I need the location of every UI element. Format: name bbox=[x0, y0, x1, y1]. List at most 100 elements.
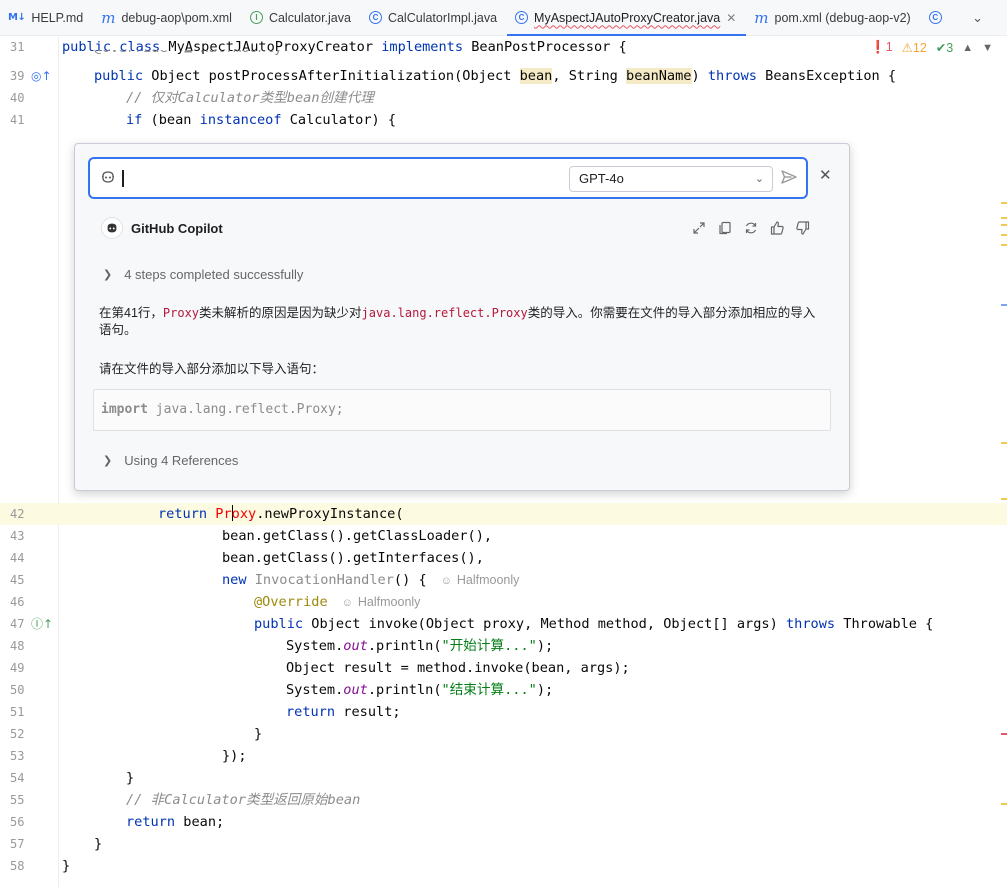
line-number: 44 bbox=[10, 551, 25, 565]
code-line[interactable]: 49 Object result = method.invoke(bean, a… bbox=[0, 657, 1007, 679]
class-file-icon: C bbox=[368, 11, 382, 24]
line-number: 45 bbox=[10, 573, 25, 587]
insert-at-caret-icon[interactable] bbox=[690, 219, 708, 237]
line-number: 41 bbox=[10, 113, 25, 127]
response-paragraph: 请在文件的导入部分添加以下导入语句： bbox=[99, 362, 325, 376]
code-line[interactable]: 47 Ⓘ↑ public Object invoke(Object proxy,… bbox=[0, 613, 1007, 635]
close-icon[interactable]: ✕ bbox=[819, 166, 832, 186]
line-number: 42 bbox=[10, 507, 25, 521]
code-line[interactable]: 51 return result; bbox=[0, 701, 1007, 723]
line-number: 57 bbox=[10, 837, 25, 851]
scroll-marker[interactable] bbox=[1001, 224, 1007, 226]
regenerate-icon[interactable] bbox=[742, 219, 760, 237]
author-hint[interactable]: Halfmoonly bbox=[342, 595, 421, 609]
editor-tab[interactable]: m pom.xml (debug-aop-v2) bbox=[746, 0, 920, 35]
editor-tab[interactable]: C CalCulatorImpl.java bbox=[361, 0, 507, 35]
code-line[interactable]: 52 } bbox=[0, 723, 1007, 745]
editor-tab[interactable]: I Calculator.java bbox=[242, 0, 361, 35]
code-line[interactable]: 44 bean.getClass().getInterfaces(), bbox=[0, 547, 1007, 569]
code-text: bean.getClass().getClassLoader(), bbox=[222, 528, 493, 544]
model-select[interactable]: GPT-4o ⌄ bbox=[569, 166, 773, 192]
input-caret bbox=[122, 170, 124, 187]
scroll-marker[interactable] bbox=[1001, 803, 1007, 805]
scroll-marker[interactable] bbox=[1001, 498, 1007, 500]
code-text: } bbox=[126, 770, 135, 786]
line-number: 47 bbox=[10, 617, 25, 631]
code-text: return result; bbox=[286, 704, 401, 720]
copy-icon[interactable] bbox=[716, 219, 734, 237]
thumbs-down-icon[interactable] bbox=[794, 219, 812, 237]
chevron-down-icon[interactable]: ⌄ bbox=[972, 10, 983, 26]
code-line[interactable]: 53 }); bbox=[0, 745, 1007, 767]
code-text: Object result = method.invoke(bean, args… bbox=[286, 660, 630, 676]
code-line[interactable]: 46 @OverrideHalfmoonly bbox=[0, 591, 1007, 613]
code-text: }); bbox=[222, 748, 247, 764]
close-tab-icon[interactable]: ✕ bbox=[726, 11, 736, 25]
overrides-method-icon[interactable]: ◎↑ bbox=[31, 69, 52, 83]
scroll-marker[interactable] bbox=[1001, 234, 1007, 236]
references-label: Using 4 References bbox=[124, 453, 239, 468]
code-line-current[interactable]: 42 return Proxy.newProxyInstance( bbox=[0, 503, 1007, 525]
send-icon[interactable] bbox=[780, 168, 798, 191]
implements-method-icon[interactable]: Ⓘ↑ bbox=[31, 617, 53, 631]
author-hint[interactable]: Halfmoonly bbox=[441, 573, 520, 587]
editor-tab[interactable]: C MyAspectJAutoProxyCreator.java ✕ bbox=[507, 0, 747, 36]
line-number: 48 bbox=[10, 639, 25, 653]
chevron-right-icon: ❯ bbox=[103, 454, 113, 467]
copilot-prompt-input[interactable] bbox=[126, 167, 546, 189]
text-caret bbox=[231, 505, 234, 521]
references-toggle[interactable]: ❯ Using 4 References bbox=[103, 453, 238, 468]
code-text: System.out.println("开始计算..."); bbox=[286, 638, 554, 654]
interface-file-icon: I bbox=[249, 11, 263, 24]
model-select-value: GPT-4o bbox=[579, 171, 624, 186]
line-number: 56 bbox=[10, 815, 25, 829]
tab-label: debug-aop\pom.xml bbox=[121, 10, 232, 25]
scroll-marker[interactable] bbox=[1001, 304, 1007, 306]
code-text: if (bean instanceof Calculator) { bbox=[126, 112, 397, 128]
code-snippet[interactable]: import java.lang.reflect.Proxy; bbox=[93, 389, 831, 431]
steps-toggle[interactable]: ❯ 4 steps completed successfully bbox=[103, 267, 303, 282]
code-line[interactable]: 41 if (bean instanceof Calculator) { bbox=[0, 109, 1007, 131]
code-line[interactable]: 40 // 仅对Calculator类型bean创建代理 bbox=[0, 87, 1007, 109]
code-text: } bbox=[94, 836, 103, 852]
code-line[interactable]: 50 System.out.println("结束计算..."); bbox=[0, 679, 1007, 701]
code-line[interactable]: 48 System.out.println("开始计算..."); bbox=[0, 635, 1007, 657]
line-number: 46 bbox=[10, 595, 25, 609]
line-number: 52 bbox=[10, 727, 25, 741]
copilot-input-box[interactable]: GPT-4o ⌄ bbox=[88, 157, 808, 199]
tab-label: MyAspectJAutoProxyCreator.java bbox=[534, 10, 721, 25]
code-comment: // 仅对Calculator类型bean创建代理 bbox=[126, 90, 374, 106]
editor-tab[interactable]: m debug-aop\pom.xml bbox=[93, 0, 242, 35]
scroll-marker[interactable] bbox=[1001, 733, 1007, 735]
chevron-right-icon: ❯ bbox=[103, 268, 113, 281]
scroll-marker[interactable] bbox=[1001, 442, 1007, 444]
line-number: 39 bbox=[10, 69, 25, 83]
code-line[interactable]: 39 ◎↑ public Object postProcessAfterInit… bbox=[0, 65, 1007, 87]
code-line[interactable]: 45 new InvocationHandler() {Halfmoonly bbox=[0, 569, 1007, 591]
copilot-avatar bbox=[101, 217, 123, 239]
scroll-marker[interactable] bbox=[1001, 244, 1007, 246]
editor-tab[interactable]: M↓ HELP.md bbox=[0, 0, 93, 35]
tab-label: pom.xml (debug-aop-v2) bbox=[774, 10, 911, 25]
scroll-marker[interactable] bbox=[1001, 217, 1007, 219]
code-text: new InvocationHandler() {Halfmoonly bbox=[222, 569, 519, 591]
class-file-icon: C bbox=[928, 11, 942, 24]
code-text: } bbox=[254, 726, 263, 742]
steps-label: 4 steps completed successfully bbox=[124, 267, 304, 282]
code-text: public Object postProcessAfterInitializa… bbox=[94, 68, 897, 84]
code-line[interactable]: 57 } bbox=[0, 833, 1007, 855]
code-line[interactable]: 54 } bbox=[0, 767, 1007, 789]
code-line[interactable]: 58 } bbox=[0, 855, 1007, 877]
thumbs-up-icon[interactable] bbox=[768, 219, 786, 237]
code-line[interactable]: 56 return bean; bbox=[0, 811, 1007, 833]
code-text: return bean; bbox=[126, 814, 225, 830]
faded-annotation: @Override ▲ Halfmoonly bbox=[94, 50, 282, 59]
line-number: 43 bbox=[10, 529, 25, 543]
maven-file-icon: m bbox=[754, 8, 769, 27]
scroll-marker[interactable] bbox=[1001, 202, 1007, 204]
markdown-file-icon: M↓ bbox=[8, 12, 26, 23]
line-number: 49 bbox=[10, 661, 25, 675]
editor-tab-overflow[interactable]: C bbox=[921, 0, 958, 35]
code-line[interactable]: 55 // 非Calculator类型返回原始bean bbox=[0, 789, 1007, 811]
code-line[interactable]: 43 bean.getClass().getClassLoader(), bbox=[0, 525, 1007, 547]
